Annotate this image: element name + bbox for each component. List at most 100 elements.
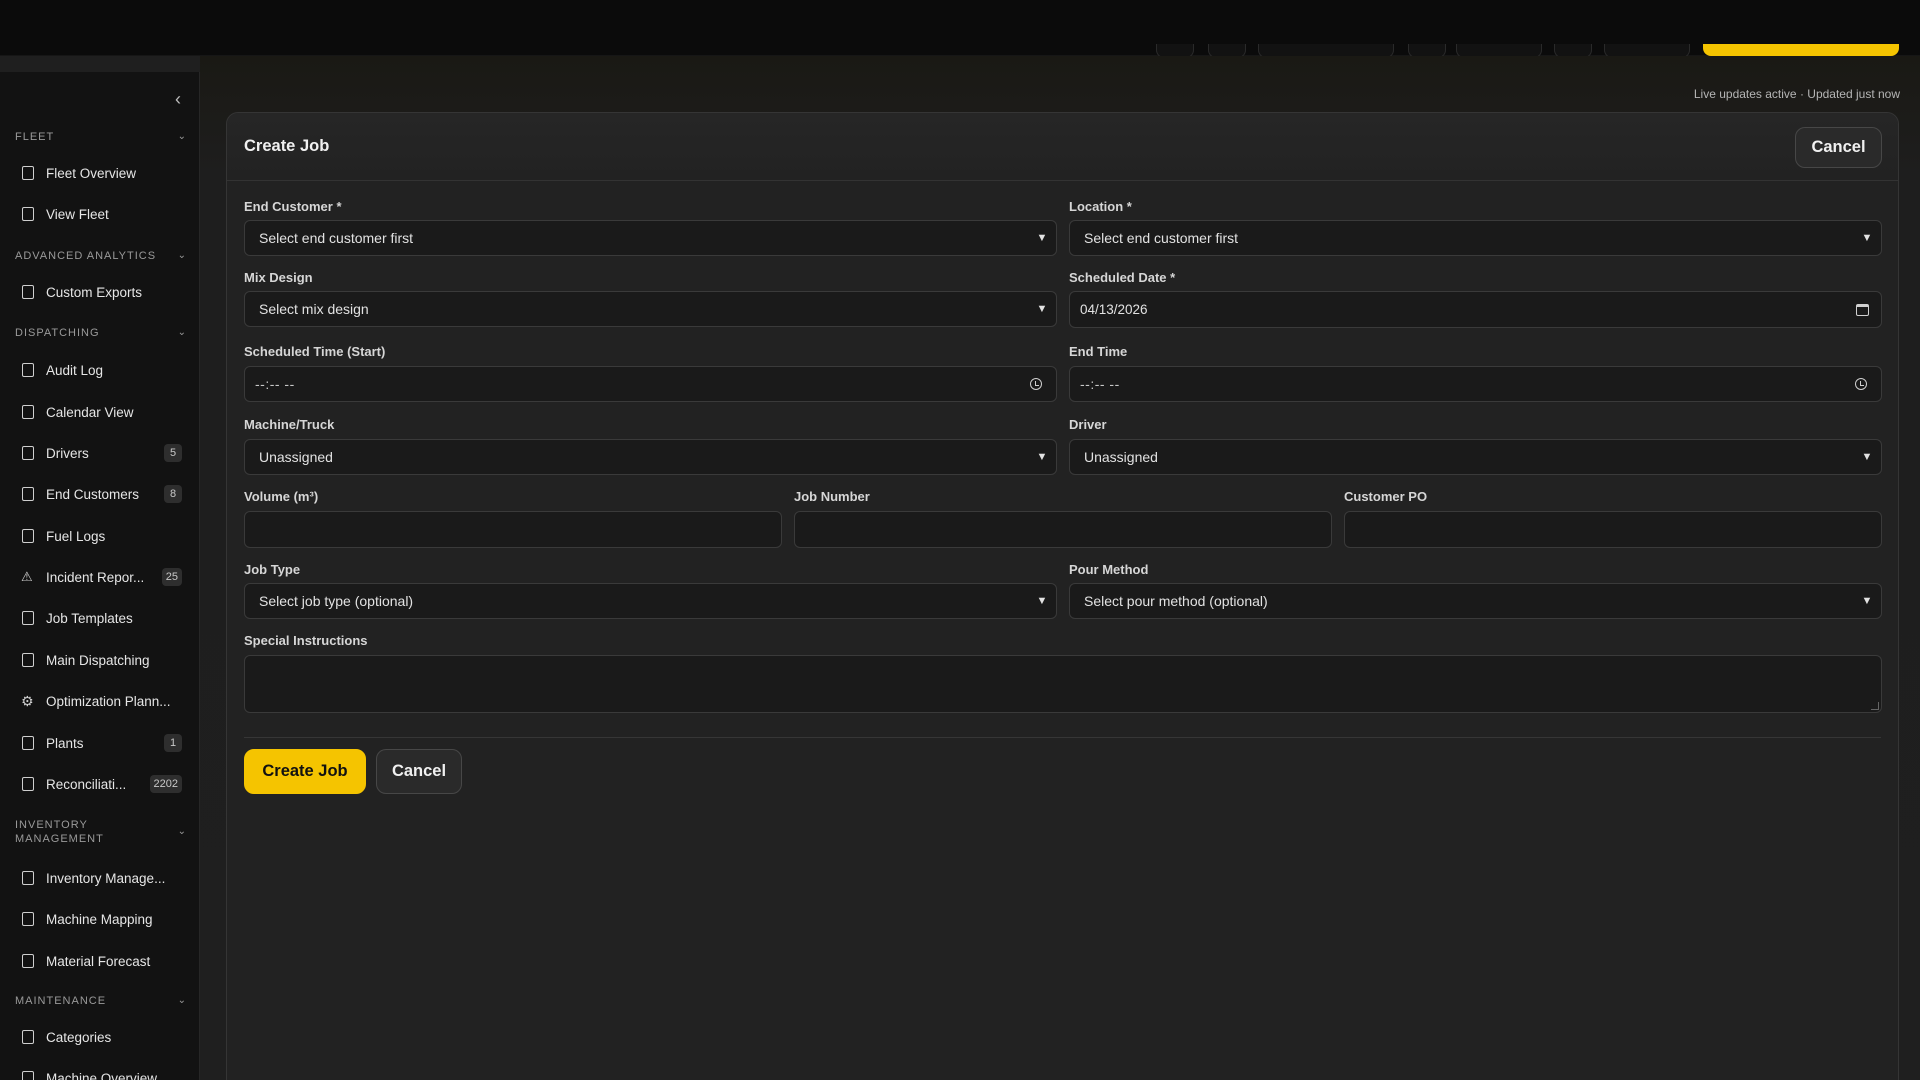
clock-icon[interactable] (1030, 378, 1042, 390)
job-number-input[interactable] (794, 511, 1332, 548)
chevron-down-icon: ⌄ (177, 327, 187, 338)
sidebar-item-optimization-planner[interactable]: ⚙ Optimization Plann... (14, 684, 186, 718)
page-icon (22, 285, 34, 299)
warning-icon: ⚠ (21, 569, 33, 584)
page-icon (22, 1030, 34, 1044)
gear-icon: ⚙ (21, 693, 34, 709)
section-advanced-analytics[interactable]: ADVANCED ANALYTICS ⌄ (15, 249, 187, 263)
page-icon (22, 777, 34, 791)
pour-method-label: Pour Method (1069, 562, 1149, 577)
scheduled-date-label: Scheduled Date * (1069, 270, 1176, 285)
sidebar-item-reconciliation[interactable]: Reconciliati... 2202 (14, 767, 186, 801)
mix-design-select[interactable]: Select mix design ▼ (244, 291, 1057, 327)
count-badge: 8 (164, 485, 182, 503)
volume-label: Volume (m³) (244, 489, 319, 504)
page-icon (22, 207, 34, 221)
chevron-down-icon: ▼ (1861, 232, 1873, 244)
machine-truck-label: Machine/Truck (244, 417, 335, 432)
scheduled-time-input[interactable]: --:-- -- (244, 366, 1057, 402)
sidebar-item-machine-overview[interactable]: Machine Overview (14, 1061, 186, 1080)
special-instructions-textarea[interactable] (244, 655, 1882, 713)
count-badge: 2202 (149, 775, 182, 793)
chevron-down-icon: ⌄ (177, 131, 187, 142)
page-icon (22, 446, 34, 460)
scheduled-date-input[interactable]: 04/13/2026 (1069, 291, 1882, 328)
sidebar-item-fleet-overview[interactable]: Fleet Overview (14, 156, 186, 190)
page-icon (22, 166, 34, 180)
sidebar-item-incident-reports[interactable]: ⚠ Incident Repor... 25 (14, 560, 186, 594)
section-fleet[interactable]: FLEET ⌄ (15, 130, 187, 144)
sidebar-item-main-dispatching[interactable]: Main Dispatching (14, 643, 186, 677)
volume-input[interactable] (244, 511, 782, 548)
chevron-down-icon: ▼ (1861, 451, 1873, 463)
sidebar-item-calendar-view[interactable]: Calendar View (14, 395, 186, 429)
count-badge: 25 (161, 568, 182, 586)
page-icon (22, 611, 34, 625)
page-icon (22, 954, 34, 968)
sidebar-item-categories[interactable]: Categories (14, 1020, 186, 1054)
driver-select[interactable]: Unassigned ▼ (1069, 439, 1882, 475)
page-icon (22, 653, 34, 667)
cancel-button[interactable]: Cancel (376, 749, 462, 794)
sidebar-item-drivers[interactable]: Drivers 5 (14, 436, 186, 470)
sidebar-item-audit-log[interactable]: Audit Log (14, 353, 186, 387)
section-maintenance[interactable]: MAINTENANCE ⌄ (15, 994, 187, 1008)
chevron-down-icon: ⌄ (177, 826, 187, 837)
job-type-select[interactable]: Select job type (optional) ▼ (244, 583, 1057, 619)
end-time-input[interactable]: --:-- -- (1069, 366, 1882, 402)
job-type-label: Job Type (244, 562, 301, 577)
end-customer-label: End Customer * (244, 199, 342, 214)
sidebar-item-machine-mapping[interactable]: Machine Mapping (14, 902, 186, 936)
page-icon (22, 871, 34, 885)
sidebar-item-plants[interactable]: Plants 1 (14, 726, 186, 760)
page-icon (22, 363, 34, 377)
page-icon (22, 487, 34, 501)
clock-icon[interactable] (1855, 378, 1867, 390)
sidebar-item-view-fleet[interactable]: View Fleet (14, 197, 186, 231)
page-icon (22, 405, 34, 419)
end-customer-select[interactable]: Select end customer first ▼ (244, 220, 1057, 256)
mix-design-label: Mix Design (244, 270, 313, 285)
count-badge: 1 (164, 734, 182, 752)
card-header: Create Job Cancel (227, 113, 1898, 181)
live-status-text: Live updates active · Updated just now (1693, 87, 1900, 101)
calendar-icon[interactable] (1856, 303, 1869, 316)
sidebar-item-job-templates[interactable]: Job Templates (14, 601, 186, 635)
page-title: Create Job (244, 137, 330, 155)
sidebar-item-material-forecast[interactable]: Material Forecast (14, 944, 186, 978)
job-number-label: Job Number (794, 489, 870, 504)
count-badge: 5 (164, 444, 182, 462)
resize-handle[interactable] (1871, 702, 1879, 710)
page-icon (22, 912, 34, 926)
sidebar-item-end-customers[interactable]: End Customers 8 (14, 477, 186, 511)
section-inventory-management[interactable]: INVENTORY MANAGEMENT ⌄ (15, 818, 187, 846)
machine-truck-select[interactable]: Unassigned ▼ (244, 439, 1057, 475)
chevron-left-icon[interactable]: ‹ (170, 90, 186, 108)
section-dispatching[interactable]: DISPATCHING ⌄ (15, 326, 187, 340)
page-icon (22, 1071, 34, 1080)
customer-po-label: Customer PO (1344, 489, 1428, 504)
page-icon (22, 529, 34, 543)
location-label: Location * (1069, 199, 1132, 214)
primary-action-button[interactable] (1703, 44, 1899, 56)
customer-po-input[interactable] (1344, 511, 1882, 548)
chevron-down-icon: ▼ (1861, 595, 1873, 607)
driver-label: Driver (1069, 417, 1107, 432)
special-instructions-label: Special Instructions (244, 633, 368, 648)
pour-method-select[interactable]: Select pour method (optional) ▼ (1069, 583, 1882, 619)
create-job-button[interactable]: Create Job (244, 749, 366, 794)
header-cancel-button[interactable]: Cancel (1795, 127, 1882, 168)
end-time-label: End Time (1069, 344, 1128, 359)
location-select[interactable]: Select end customer first ▼ (1069, 220, 1882, 256)
form-divider (244, 737, 1881, 738)
chevron-down-icon: ⌄ (177, 995, 187, 1006)
sidebar-item-inventory-management[interactable]: Inventory Manage... (14, 861, 186, 895)
chevron-down-icon: ▼ (1036, 303, 1048, 315)
scheduled-time-label: Scheduled Time (Start) (244, 344, 386, 359)
sidebar-item-fuel-logs[interactable]: Fuel Logs (14, 519, 186, 553)
sidebar-item-custom-exports[interactable]: Custom Exports (14, 275, 186, 309)
create-job-card: Create Job Cancel End Customer * Select … (226, 112, 1899, 1080)
chevron-down-icon: ▼ (1036, 451, 1048, 463)
top-bar (0, 0, 1920, 58)
page-icon (22, 736, 34, 750)
